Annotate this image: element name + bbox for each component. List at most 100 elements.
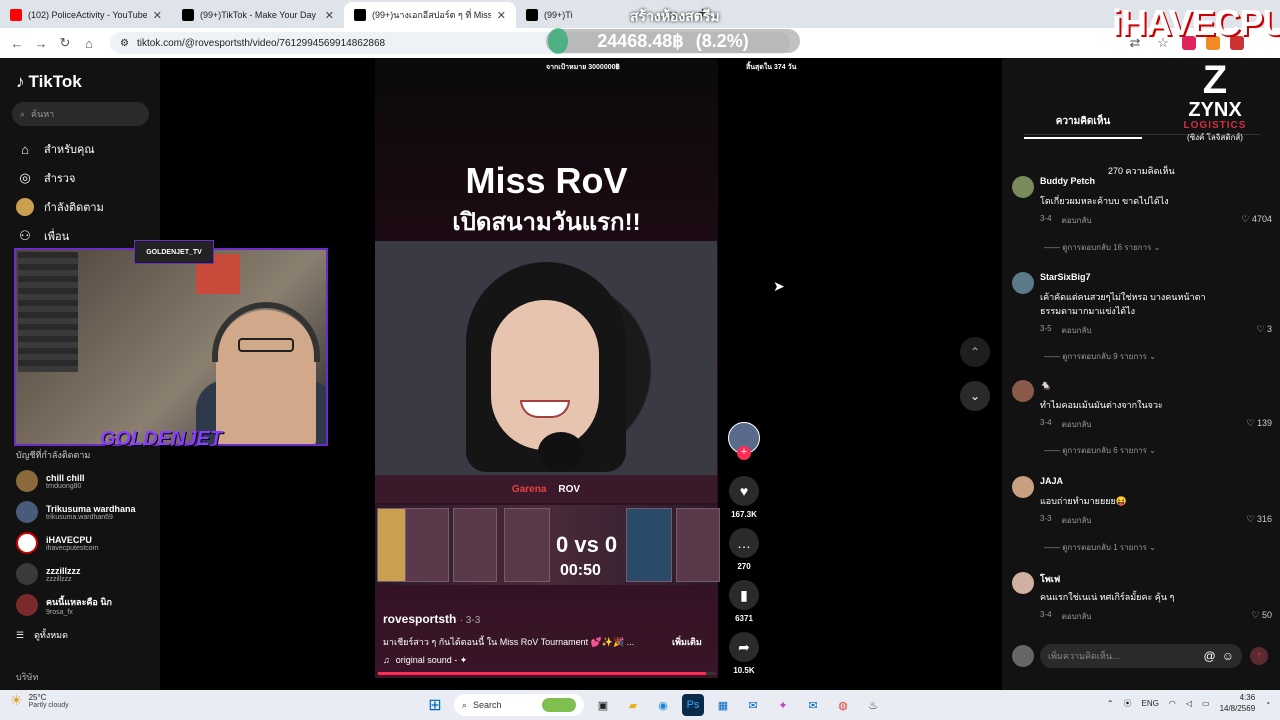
followed-account[interactable]: คนนี้แหละคือ นิก 9rosa_fx <box>16 594 112 616</box>
avatar[interactable] <box>1012 476 1034 498</box>
close-icon[interactable]: ✕ <box>153 9 162 22</box>
next-video-button[interactable]: ⌄ <box>960 381 990 411</box>
steam-icon[interactable]: ♨ <box>862 694 884 716</box>
tiktok-logo[interactable]: ♪ TikTok <box>16 72 82 92</box>
video-sound[interactable]: ♫ original sound - ✦ <box>383 655 467 666</box>
reply-button[interactable]: ตอบกลับ <box>1062 514 1092 527</box>
like-button[interactable]: ♥ 167.3K <box>726 476 762 519</box>
reply-button[interactable]: ตอบกลับ <box>1062 214 1092 227</box>
edge-icon[interactable]: ◉ <box>652 694 674 716</box>
close-icon[interactable]: ✕ <box>325 9 334 22</box>
tray-chevron-icon[interactable]: ⌃ <box>1107 699 1114 708</box>
reply-button[interactable]: ตอบกลับ <box>1062 610 1092 623</box>
avatar[interactable] <box>1012 380 1034 402</box>
reply-button[interactable]: ตอบกลับ <box>1062 418 1092 431</box>
avatar[interactable] <box>1012 572 1034 594</box>
tab-comments[interactable]: ความคิดเห็น <box>1024 114 1142 139</box>
comment-button[interactable]: … 270 <box>726 528 762 571</box>
wifi-icon[interactable]: ◠ <box>1169 699 1176 708</box>
notification-icon[interactable]: ◔ <box>1265 699 1270 708</box>
followed-account[interactable]: chill chill trnduong80 <box>16 470 85 492</box>
author-avatar-button[interactable]: + <box>726 422 762 460</box>
photoshop-icon[interactable]: Ps <box>682 694 704 716</box>
volume-icon[interactable]: ◁ <box>1186 699 1192 708</box>
avatar <box>16 532 38 554</box>
comment-like-button[interactable]: ♡ 4704 <box>1241 214 1272 225</box>
view-replies-button[interactable]: —— ดูการตอบกลับ 16 รายการ ⌄ <box>1044 241 1160 254</box>
donation-price-pill: 24468.48฿ (8.2%) <box>546 29 800 53</box>
sidebar-item-following[interactable]: กำลังติดตาม <box>16 198 104 216</box>
date: 14/8/2569 <box>1219 704 1256 713</box>
share-button[interactable]: ➦ 10.5K <box>726 632 762 675</box>
sidebar-item-explore[interactable]: ◎ สำรวจ <box>16 169 75 187</box>
copilot-icon[interactable]: ✦ <box>772 694 794 716</box>
chrome-icon[interactable]: ◍ <box>832 694 854 716</box>
browser-tab[interactable]: (102) PoliceActivity - YouTube ✕ <box>0 2 172 28</box>
browser-tab-active[interactable]: (99+)นางเอกอีสปอร์ต ๆ ที่ Miss RoV To ✕ <box>344 2 516 28</box>
comment-input[interactable]: เพิ่มความคิดเห็น... @ ☺ <box>1040 644 1242 668</box>
forward-icon[interactable]: → <box>32 34 50 52</box>
view-replies-button[interactable]: —— ดูการตอบกลับ 1 รายการ ⌄ <box>1044 541 1156 554</box>
comment-item: Buddy Petch โดเกี่ยวผมหละค้าบบ ขาดไปได้ไ… <box>1012 176 1272 266</box>
previous-video-button[interactable]: ⌃ <box>960 337 990 367</box>
avatar[interactable] <box>1012 272 1034 294</box>
send-arrow-icon[interactable]: ↑ <box>1250 647 1268 665</box>
tiktok-icon <box>182 9 194 21</box>
store-icon[interactable]: ▦ <box>712 694 734 716</box>
windows-start-icon[interactable]: ⊞ <box>424 694 446 716</box>
weather-widget[interactable]: ☀ 25°C Partly cloudy <box>10 692 69 709</box>
comment-like-button[interactable]: ♡ 50 <box>1251 610 1272 621</box>
comment-author[interactable]: StarSixBig7 <box>1040 272 1091 282</box>
view-replies-button[interactable]: —— ดูการตอบกลับ 6 รายการ ⌄ <box>1044 444 1156 457</box>
heart-icon: ♥ <box>729 476 759 506</box>
video-author[interactable]: rovesportsth · 3-3 <box>383 612 480 626</box>
reload-icon[interactable]: ↻ <box>56 34 74 52</box>
zynx-sub: LOGISTICS <box>1183 120 1247 131</box>
followed-account[interactable]: zzzillzzz zzzillzzz <box>16 563 81 585</box>
comment-author[interactable]: 🐁 <box>1040 380 1051 391</box>
see-all-link[interactable]: ☰ ดูทั้งหมด <box>16 628 68 642</box>
emoji-icon[interactable]: ☺ <box>1222 649 1234 663</box>
follow-plus-icon[interactable]: + <box>737 446 751 460</box>
reply-button[interactable]: ตอบกลับ <box>1062 324 1092 337</box>
browser-tab[interactable]: (99+)TikTok - Make Your Day ✕ <box>172 2 344 28</box>
comment-text: แอบถ่ายทำมายยยย😝 <box>1040 496 1127 506</box>
comment-like-button[interactable]: ♡ 139 <box>1246 418 1272 429</box>
save-button[interactable]: ▮ 6371 <box>726 580 762 623</box>
battery-icon[interactable]: ▭ <box>1202 699 1210 708</box>
followed-account[interactable]: Trikusuma wardhana trikusuma.wardhan69 <box>16 501 136 523</box>
comment-author[interactable]: Buddy Petch <box>1040 176 1095 186</box>
search-highlight-icon <box>542 698 576 712</box>
taskbar-search[interactable]: ⌕ Search <box>454 694 584 716</box>
search-input[interactable]: ⌕ ค้นหา <box>12 102 149 126</box>
comment-like-button[interactable]: ♡ 316 <box>1246 514 1272 525</box>
close-icon[interactable]: ✕ <box>497 9 506 22</box>
task-view-icon[interactable]: ▣ <box>592 694 614 716</box>
view-replies-button[interactable]: —— ดูการตอบกลับ 9 รายการ ⌄ <box>1044 350 1156 363</box>
acoustic-foam <box>18 252 78 372</box>
comment-author[interactable]: โพเฟ <box>1040 572 1060 586</box>
comment-count: 270 <box>737 562 751 571</box>
back-icon[interactable]: ← <box>8 34 26 52</box>
clock[interactable]: 4:36 14/8/2569 <box>1220 692 1256 714</box>
video-progress-bar[interactable] <box>378 672 716 675</box>
language-indicator[interactable]: ENG <box>1142 699 1159 708</box>
company-link[interactable]: บริษัท <box>16 670 38 684</box>
file-explorer-icon[interactable]: ▰ <box>622 694 644 716</box>
comment-author[interactable]: JAJA <box>1040 476 1063 486</box>
sidebar-item-friends[interactable]: ⚇ เพื่อน <box>16 227 69 245</box>
avatar[interactable] <box>1012 176 1034 198</box>
following-icon <box>16 198 34 216</box>
site-info-icon[interactable]: ⚙ <box>120 38 129 49</box>
followed-account[interactable]: iHAVECPU ihavecputestcom <box>16 532 99 554</box>
mention-icon[interactable]: @ <box>1204 649 1216 663</box>
network-icon[interactable]: ⦿ <box>1124 698 1132 709</box>
outlook-icon[interactable]: ✉ <box>802 694 824 716</box>
mail-icon[interactable]: ✉ <box>742 694 764 716</box>
comment-like-button[interactable]: ♡ 3 <box>1256 324 1272 335</box>
comment-meta: 3-4 ตอบกลับ <box>1040 418 1091 431</box>
more-button[interactable]: เพิ่มเติม <box>672 635 702 649</box>
sidebar-item-for-you[interactable]: ⌂ สำหรับคุณ <box>16 140 95 158</box>
home-icon[interactable]: ⌂ <box>80 34 98 52</box>
weather-text: Partly cloudy <box>28 701 69 709</box>
